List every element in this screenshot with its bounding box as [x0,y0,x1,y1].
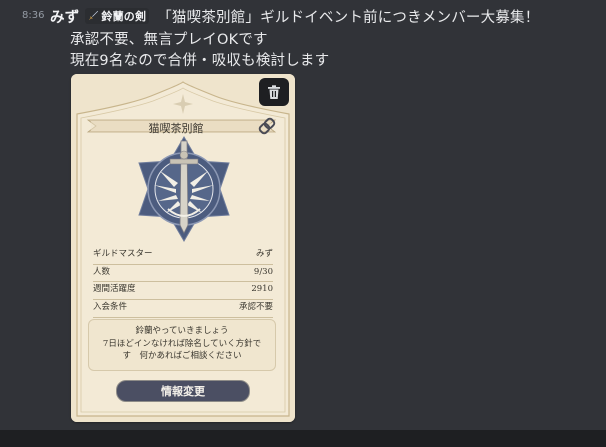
guild-tag-label: 鈴蘭の剣 [101,10,147,23]
guild-name: 猫喫茶別館 [148,122,204,135]
guild-stats: ギルドマスター みず 人数 9/30 週間活躍度 2910 入会条件 承認不要 [93,247,273,318]
stat-row-weekly-activity: 週間活躍度 2910 [93,282,273,301]
description-line: 7日ほどインなければ除名していく方針で [102,338,262,349]
description-line: す 何かあればご相談ください [122,351,242,361]
stat-row-members: 人数 9/30 [93,265,273,283]
stat-label: 人数 [93,266,111,277]
guild-description: 鈴蘭やっていきましょう 7日ほどインなければ除名していく方針で す 何かあればご… [88,319,276,371]
edit-info-button[interactable]: 情報変更 [116,380,250,402]
guild-tag[interactable]: 鈴蘭の剣 [85,8,150,24]
message-text-1: 「猫喫茶別館」ギルドイベント前につきメンバー大募集！ [157,10,540,26]
stat-value: 承認不要 [238,302,273,313]
stat-label: 入会条件 [93,302,128,313]
delete-button[interactable] [259,78,289,106]
stat-value: 9/30 [253,266,273,277]
bottom-bar [0,430,606,447]
stat-row-guild-master: ギルドマスター みず [93,247,273,265]
stat-value: 2910 [251,284,273,295]
stat-label: 週間活躍度 [93,284,136,295]
description-line: 鈴蘭やっていきましょう [135,326,229,336]
stat-value: みず [255,249,273,259]
message-line-1: みず 鈴蘭の剣 「猫喫茶別館」ギルドイベント前につきメンバー大募集！ [50,6,539,27]
guild-card-image[interactable]: 猫喫茶別館 ギルドマスター みず 人数 9/30 週間活躍度 2910 入会条件 承認不… [71,74,295,422]
stat-label: ギルドマスター [93,249,153,259]
trash-icon [268,85,280,99]
message-timestamp: 8:36 [22,10,45,21]
stat-row-join-condition: 入会条件 承認不要 [93,300,273,318]
message-line-3: 現在9名なので合併・吸収も検討します [70,53,330,69]
message-line-2: 承認不要、無言プレイOKです [70,32,268,48]
author-name[interactable]: みず [50,10,79,26]
sword-icon [89,10,99,20]
